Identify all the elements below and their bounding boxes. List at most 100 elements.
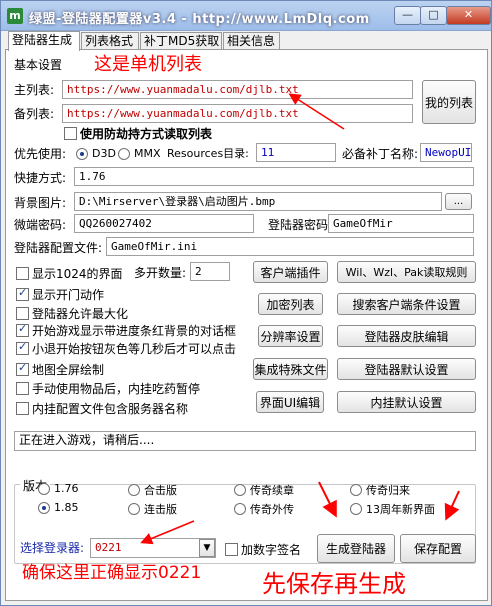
option-checkbox-1024[interactable]: 显示1024的界面 (16, 265, 123, 282)
option-checkbox-maximize[interactable]: 登陆器允许最大化 (16, 305, 128, 322)
version-radio-guilai[interactable]: 传奇归来 (350, 482, 410, 498)
shortcut-label: 快捷方式: (14, 171, 67, 185)
encrypt-list-button[interactable]: 加密列表 (258, 293, 323, 315)
radio-d3d-label: D3D (92, 147, 116, 160)
radio-d3d-dot (76, 147, 88, 160)
client-plugin-button[interactable]: 客户端插件 (253, 261, 328, 283)
anti-hijack-label: 使用防劫持方式读取列表 (80, 127, 213, 141)
minimize-button[interactable]: — (394, 6, 421, 25)
version-radio-waizhuan[interactable]: 传奇外传 (234, 501, 294, 517)
window-title: 绿盟-登陆器配置器v3.4 - http://www.LmDlq.com (29, 12, 370, 27)
option-box (16, 286, 29, 301)
app-icon: m (7, 8, 23, 24)
main-list-label: 主列表: (14, 83, 55, 97)
login-pwd-input[interactable]: GameOfMir (328, 214, 474, 233)
annotation-save-then-generate: 先保存再生成 (262, 570, 406, 598)
browse-button[interactable]: ... (445, 193, 472, 210)
anti-hijack-checkbox[interactable]: 使用防劫持方式读取列表 (64, 125, 212, 142)
option-label: 开始游戏显示带进度条红背景的对话框 (32, 324, 237, 338)
version-radio-label: 连击版 (144, 503, 177, 516)
option-checkbox-progress-dialog[interactable]: 开始游戏显示带进度条红背景的对话框 (16, 322, 236, 339)
option-box (16, 340, 29, 355)
config-file-label: 登陆器配置文件: (14, 241, 103, 255)
tab-patch-md5[interactable]: 补丁MD5获取 (140, 32, 222, 50)
generate-launcher-button[interactable]: 生成登陆器 (317, 534, 395, 563)
version-radio-dot (38, 482, 50, 495)
option-box (16, 267, 29, 280)
version-radio-label: 1.76 (54, 482, 79, 495)
launcher-defaults-button[interactable]: 登陆器默认设置 (337, 358, 476, 380)
version-radio-dot (38, 501, 50, 514)
resolution-settings-button[interactable]: 分辨率设置 (258, 325, 323, 347)
tab-launcher-gen[interactable]: 登陆器生成 (8, 31, 80, 51)
option-checkbox-pause-potion[interactable]: 手动使用物品后，内挂吃药暂停 (16, 380, 200, 397)
digital-sign-checkbox[interactable]: 加数字签名 (225, 541, 301, 558)
priority-label: 优先使用: (14, 147, 67, 161)
micro-pwd-input[interactable]: QQ260027402 (74, 214, 254, 233)
option-label: 小退开始按钮灰色等几秒后才可以点击 (32, 342, 237, 356)
status-text-input[interactable]: 正在进入游戏，请稍后.... (14, 431, 476, 451)
section-basic-settings: 基本设置 (14, 58, 63, 72)
option-box (16, 361, 29, 376)
option-label: 手动使用物品后，内挂吃药暂停 (32, 382, 201, 396)
annotation-ensure-0221: 确保这里正确显示0221 (22, 563, 202, 583)
option-label: 登陆器允许最大化 (32, 307, 129, 321)
backup-list-label: 备列表: (14, 107, 55, 121)
save-config-button[interactable]: 保存配置 (400, 534, 476, 563)
integrate-files-button[interactable]: 集成特殊文件 (253, 358, 328, 380)
required-patch-input[interactable]: NewopUI (420, 143, 472, 162)
digital-sign-box (225, 543, 238, 556)
bg-image-input[interactable]: D:\Mirserver\登录器\启动图片.bmp (74, 192, 442, 211)
close-button[interactable]: ✕ (446, 6, 491, 25)
version-radio-xuzhang[interactable]: 传奇续章 (234, 482, 294, 498)
option-label: 显示1024的界面 (32, 267, 123, 281)
version-radio-185[interactable]: 1.85 (38, 501, 79, 514)
multi-open-input[interactable]: 2 (190, 262, 230, 281)
radio-mmx-label: MMX (134, 147, 161, 160)
version-radio-lianji[interactable]: 连击版 (128, 501, 177, 517)
option-box (16, 322, 29, 337)
tab-list-format[interactable]: 列表格式 (81, 32, 139, 50)
version-radio-label: 传奇归来 (366, 484, 410, 497)
version-radio-dot (234, 484, 246, 496)
version-radio-13th[interactable]: 13周年新界面 (350, 501, 435, 517)
select-launcher-label: 选择登录器: (20, 541, 85, 555)
resources-input[interactable]: 11 (256, 143, 336, 162)
dropdown-arrow-icon[interactable]: ▼ (199, 539, 215, 557)
option-checkbox-server-name[interactable]: 内挂配置文件包含服务器名称 (16, 400, 188, 417)
version-radio-176[interactable]: 1.76 (38, 482, 79, 495)
option-checkbox-logout-delay[interactable]: 小退开始按钮灰色等几秒后才可以点击 (16, 340, 236, 357)
tab-related-info[interactable]: 相关信息 (223, 32, 280, 50)
search-client-conditions-button[interactable]: 搜索客户端条件设置 (337, 293, 476, 315)
version-radio-heji[interactable]: 合击版 (128, 482, 177, 498)
option-checkbox-fullscreen-map[interactable]: 地图全屏绘制 (16, 361, 104, 378)
bg-image-label: 背景图片: (14, 196, 67, 210)
shortcut-input[interactable]: 1.76 (74, 167, 474, 186)
digital-sign-label: 加数字签名 (241, 543, 302, 557)
radio-d3d[interactable]: D3D (76, 147, 116, 160)
annotation-standalone-list: 这是单机列表 (94, 54, 202, 75)
backup-list-input[interactable]: https://www.yuanmadalu.com/djlb.txt (62, 104, 413, 123)
wil-read-rules-button[interactable]: Wil、Wzl、Pak读取规则 (337, 261, 476, 283)
launcher-select-value: 0221 (95, 541, 122, 554)
title-bar[interactable]: m 绿盟-登陆器配置器v3.4 - http://www.LmDlq.com —… (1, 1, 491, 31)
version-radio-label: 传奇外传 (250, 503, 294, 516)
multi-open-label: 多开数量: (134, 266, 187, 280)
ui-edit-button[interactable]: 界面UI编辑 (256, 391, 324, 413)
version-radio-dot (128, 484, 140, 496)
launcher-skin-button[interactable]: 登陆器皮肤编辑 (337, 325, 476, 347)
version-radio-label: 传奇续章 (250, 484, 294, 497)
maximize-button[interactable]: □ (420, 6, 447, 25)
version-radio-dot (350, 484, 362, 496)
required-patch-label: 必备补丁名称: (342, 147, 419, 161)
option-box (16, 402, 29, 415)
option-checkbox-door[interactable]: 显示开门动作 (16, 286, 104, 303)
launcher-select[interactable]: 0221 (90, 538, 216, 558)
plugin-defaults-button[interactable]: 内挂默认设置 (337, 391, 476, 413)
config-file-input[interactable]: GameOfMir.ini (106, 237, 474, 256)
my-list-button[interactable]: 我的列表 (422, 80, 476, 124)
main-list-input[interactable]: https://www.yuanmadalu.com/djlb.txt (62, 80, 413, 99)
version-radio-label: 13周年新界面 (366, 503, 435, 516)
radio-mmx[interactable]: MMX (118, 147, 161, 160)
resources-label: Resources目录: (167, 147, 249, 160)
